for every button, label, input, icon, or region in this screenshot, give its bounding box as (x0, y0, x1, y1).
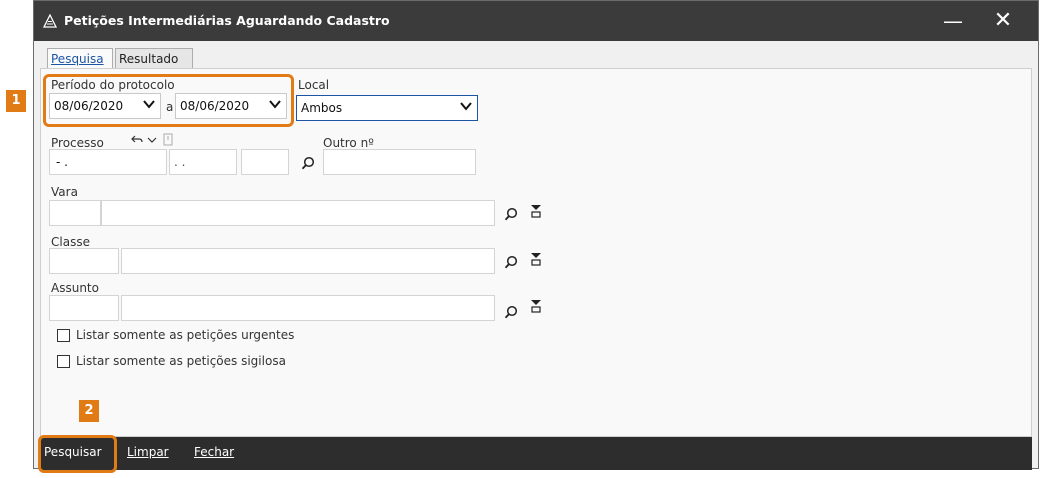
classe-descricao-field[interactable] (121, 248, 495, 274)
fechar-button[interactable]: Fechar (194, 445, 234, 459)
local-dropdown[interactable]: Ambos (296, 95, 478, 121)
assunto-codigo-field[interactable] (49, 295, 119, 321)
step-badge-1: 1 (6, 90, 26, 112)
sigilosa-checkbox[interactable] (57, 355, 70, 368)
search-icon[interactable] (504, 255, 518, 269)
vara-label: Vara (51, 185, 78, 199)
filter-icon[interactable] (529, 204, 543, 218)
search-icon[interactable] (504, 207, 518, 221)
processo-label: Processo (51, 136, 104, 150)
filter-icon[interactable] (529, 299, 543, 313)
local-value: Ambos (301, 101, 343, 115)
title-bar: Petições Intermediárias Aguardando Cadas… (34, 1, 1038, 41)
highlight-pesquisar (38, 435, 117, 473)
classe-codigo-field[interactable] (49, 248, 119, 274)
filter-icon[interactable] (529, 252, 543, 266)
assunto-descricao-field[interactable] (121, 295, 495, 321)
assunto-label: Assunto (51, 281, 99, 295)
processo-numero-field[interactable]: - . (49, 149, 167, 175)
tab-resultado[interactable]: Resultado (115, 48, 193, 68)
chevron-down-icon (460, 102, 472, 111)
urgentes-checkbox[interactable] (57, 329, 70, 342)
processo-part1: - . (56, 155, 68, 169)
window-title: Petições Intermediárias Aguardando Cadas… (64, 13, 390, 28)
step-badge-2: 2 (79, 400, 99, 422)
action-bar: Pesquisar Limpar Fechar (38, 435, 1032, 473)
processo-ano-field[interactable]: . . (169, 149, 237, 175)
outro-numero-field[interactable] (323, 149, 476, 175)
minimize-button[interactable]: — (928, 1, 978, 41)
local-label: Local (298, 78, 330, 92)
vara-codigo-field[interactable] (49, 200, 101, 226)
document-icon[interactable] (163, 133, 173, 146)
dialog-window: Petições Intermediárias Aguardando Cadas… (33, 0, 1039, 473)
sigilosa-label: Listar somente as petições sigilosa (76, 354, 286, 368)
highlight-periodo (43, 74, 294, 127)
search-icon[interactable] (301, 156, 315, 170)
outro-label: Outro nº (323, 136, 374, 150)
undo-icon[interactable] (131, 134, 143, 146)
vara-descricao-field[interactable] (101, 200, 495, 226)
close-button[interactable]: ✕ (978, 1, 1028, 41)
app-logo-icon (43, 14, 57, 28)
classe-label: Classe (51, 235, 90, 249)
chevron-down-icon[interactable] (147, 135, 157, 145)
urgentes-label: Listar somente as petições urgentes (76, 328, 295, 342)
limpar-button[interactable]: Limpar (127, 445, 169, 459)
tab-pesquisa[interactable]: Pesquisa (47, 48, 113, 69)
processo-origem-field[interactable] (241, 149, 289, 175)
search-icon[interactable] (504, 305, 518, 319)
search-panel: Período do protocolo 08/06/2020 a 08/06/… (40, 68, 1032, 437)
processo-part2: . . (174, 155, 186, 169)
